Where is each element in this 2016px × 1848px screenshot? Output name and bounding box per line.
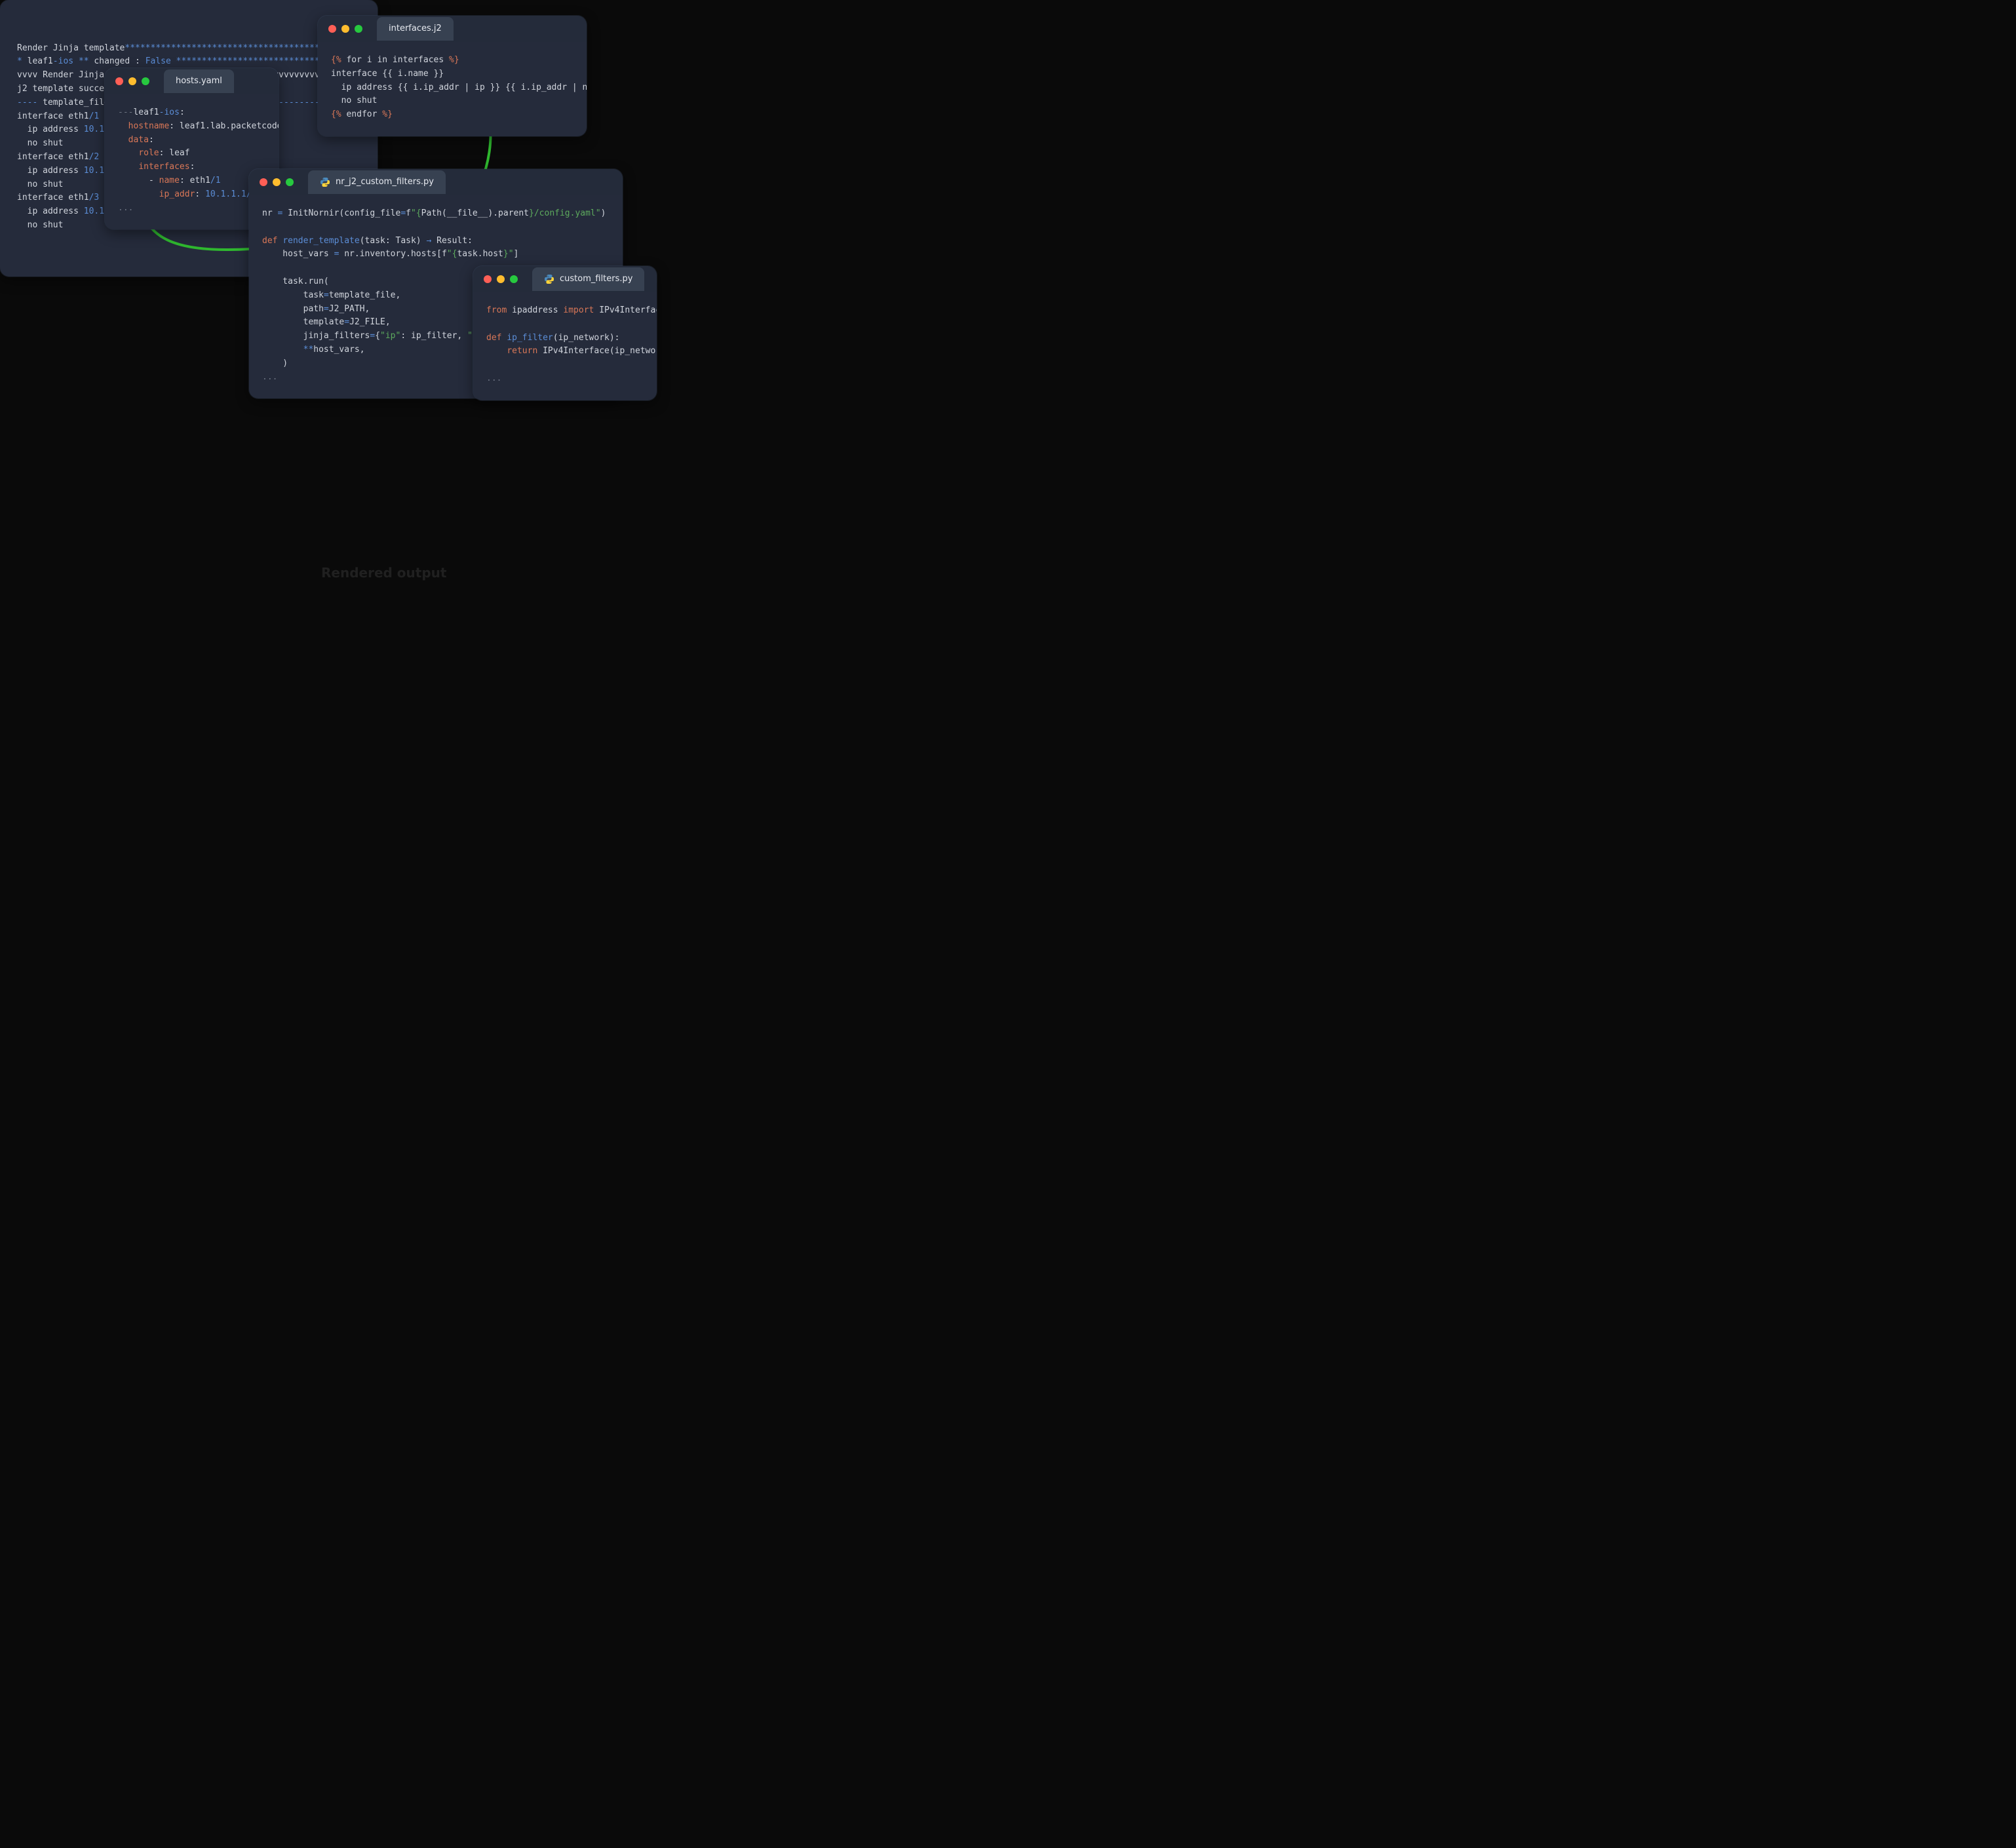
code-block-interfaces: {% for i in interfaces %} interface {{ i… — [318, 42, 587, 136]
python-icon — [320, 177, 330, 187]
minimize-icon[interactable] — [341, 25, 349, 33]
zoom-icon[interactable] — [142, 77, 149, 85]
tab-nr-py[interactable]: nr_j2_custom_filters.py — [308, 170, 446, 195]
tab-label: custom_filters.py — [560, 273, 632, 286]
close-icon[interactable] — [328, 25, 336, 33]
tab-label: nr_j2_custom_filters.py — [336, 176, 434, 189]
close-icon[interactable] — [115, 77, 123, 85]
traffic-lights — [484, 275, 518, 283]
zoom-icon[interactable] — [286, 178, 294, 186]
window-interfaces-j2: interfaces.j2 {% for i in interfaces %} … — [318, 16, 587, 136]
traffic-lights — [115, 77, 149, 85]
traffic-lights — [260, 178, 294, 186]
code-block-custom-filters: from ipaddress import IPv4Interface def … — [473, 292, 657, 400]
tab-label: hosts.yaml — [176, 76, 222, 86]
tab-custom-filters-py[interactable]: custom_filters.py — [532, 267, 644, 292]
close-icon[interactable] — [260, 178, 267, 186]
window-custom-filters: custom_filters.py from ipaddress import … — [473, 266, 657, 400]
zoom-icon[interactable] — [510, 275, 518, 283]
caption-rendered-output: Rendered output — [321, 562, 446, 583]
titlebar: hosts.yaml — [105, 68, 279, 94]
titlebar: nr_j2_custom_filters.py — [249, 169, 623, 195]
close-icon[interactable] — [484, 275, 492, 283]
minimize-icon[interactable] — [128, 77, 136, 85]
tab-interfaces-j2[interactable]: interfaces.j2 — [377, 17, 454, 41]
titlebar: interfaces.j2 — [318, 16, 587, 42]
tab-hosts-yaml[interactable]: hosts.yaml — [164, 69, 234, 94]
traffic-lights — [328, 25, 362, 33]
diagram-canvas: hosts.yaml ---leaf1-ios: hostname: leaf1… — [0, 0, 757, 695]
titlebar: custom_filters.py — [473, 266, 657, 292]
python-icon — [544, 274, 554, 284]
minimize-icon[interactable] — [497, 275, 505, 283]
tab-label: interfaces.j2 — [389, 24, 442, 33]
minimize-icon[interactable] — [273, 178, 281, 186]
zoom-icon[interactable] — [355, 25, 362, 33]
